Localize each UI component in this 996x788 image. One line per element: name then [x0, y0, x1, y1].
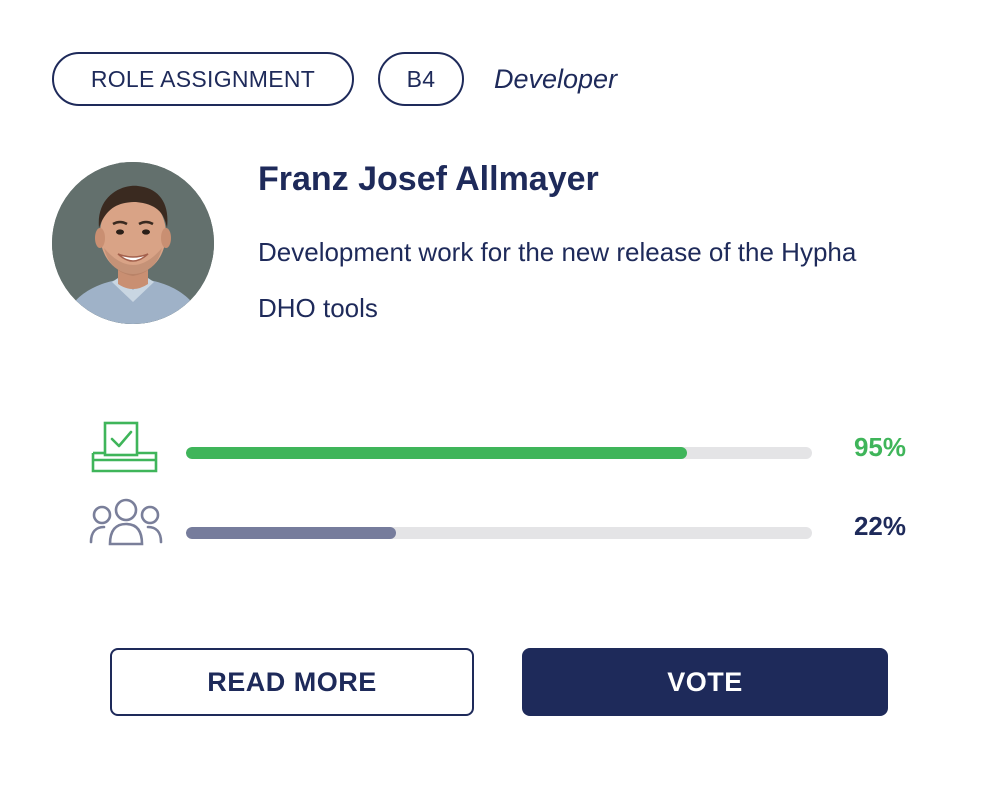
member-name: Franz Josef Allmayer: [258, 160, 599, 198]
role-title: Developer: [494, 63, 618, 94]
salary-band-badge: B4: [378, 52, 464, 106]
group-icon: [88, 498, 164, 554]
proposal-type-badge: ROLE ASSIGNMENT: [52, 52, 354, 106]
proposal-tags: ROLE ASSIGNMENT B4 Developer: [52, 52, 617, 106]
approval-progress-track: [186, 447, 812, 459]
ballot-check-icon: [88, 420, 164, 476]
read-more-button[interactable]: READ MORE: [110, 648, 474, 716]
avatar: [52, 162, 214, 324]
proposal-description: Development work for the new release of …: [258, 237, 857, 323]
vote-button[interactable]: VOTE: [522, 648, 888, 716]
quorum-progress-track: [186, 527, 812, 539]
quorum-metric: 22%: [88, 498, 918, 554]
approval-percent: 95%: [853, 432, 906, 462]
quorum-percent: 22%: [853, 511, 906, 541]
approval-metric: 95%: [88, 420, 918, 476]
quorum-progress-fill: [186, 527, 396, 539]
approval-progress-fill: [186, 447, 687, 459]
